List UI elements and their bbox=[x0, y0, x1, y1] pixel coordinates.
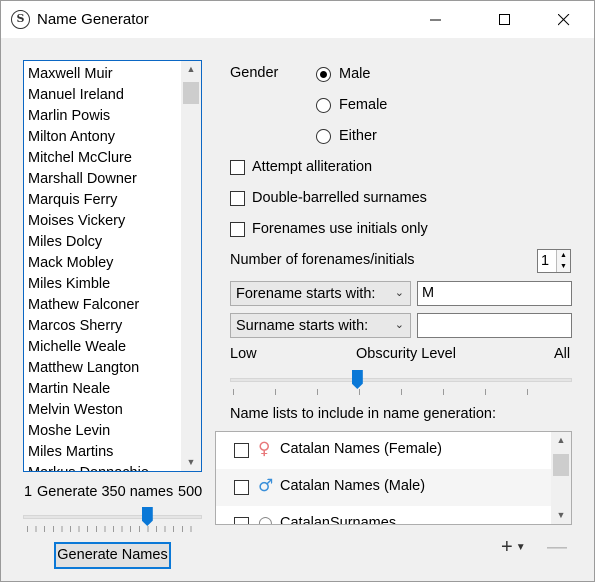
forename-filter-value[interactable]: M bbox=[422, 285, 434, 301]
list-item[interactable]: Mathew Falconer bbox=[28, 295, 139, 316]
surname-icon: ○ bbox=[258, 513, 273, 525]
gender-female-label[interactable]: Female bbox=[339, 97, 387, 113]
maximize-button[interactable] bbox=[482, 1, 528, 38]
name-list-checkbox[interactable] bbox=[234, 480, 249, 495]
list-item[interactable]: Miles Dolcy bbox=[28, 232, 102, 253]
initials-only-label[interactable]: Forenames use initials only bbox=[252, 221, 428, 237]
chevron-down-icon: ⌄ bbox=[394, 319, 404, 331]
list-item[interactable]: Miles Kimble bbox=[28, 274, 110, 295]
forenames-count-label: Number of forenames/initials bbox=[230, 252, 415, 268]
obscurity-slider-ticks bbox=[233, 389, 569, 395]
female-icon: ♀ bbox=[258, 439, 271, 459]
name-lists-scrollbar[interactable]: ▲ ▼ bbox=[551, 432, 571, 524]
close-icon bbox=[558, 14, 570, 26]
minimize-button[interactable] bbox=[413, 1, 459, 38]
names-list-scrollbar[interactable]: ▲ ▼ bbox=[181, 61, 201, 471]
list-item[interactable]: Milton Antony bbox=[28, 127, 115, 148]
list-item[interactable]: Marlin Powis bbox=[28, 106, 110, 127]
list-item[interactable]: Mitchel McClure bbox=[28, 148, 132, 169]
double-barrelled-checkbox[interactable] bbox=[230, 191, 245, 206]
count-slider-max: 500 bbox=[178, 484, 203, 500]
names-list-scroll-thumb[interactable] bbox=[183, 82, 199, 104]
forename-filter-mode: Forename starts with: bbox=[236, 286, 376, 302]
count-slider-caption: Generate 350 names bbox=[37, 484, 174, 500]
close-button[interactable] bbox=[541, 1, 587, 38]
alliteration-checkbox[interactable] bbox=[230, 160, 245, 175]
double-barrelled-label[interactable]: Double-barrelled surnames bbox=[252, 190, 427, 206]
name-list-item[interactable]: ♂ Catalan Names (Male) bbox=[216, 469, 551, 506]
generated-names-list[interactable]: Maxwell Muir Manuel Ireland Marlin Powis Mi… bbox=[23, 60, 202, 472]
app-icon: S bbox=[11, 10, 30, 29]
list-item[interactable]: Manuel Ireland bbox=[28, 85, 124, 106]
name-generator-window: S Name Generator Maxwell Muir Manuel Irel… bbox=[0, 0, 595, 582]
surname-filter-input[interactable] bbox=[417, 313, 572, 338]
chevron-up-icon[interactable]: ▲ bbox=[181, 61, 201, 78]
name-lists-checklist[interactable]: ♀ Catalan Names (Female) ♂ Catalan Names… bbox=[215, 431, 572, 525]
name-list-label: Catalan Names (Female) bbox=[280, 441, 442, 457]
maximize-icon bbox=[499, 14, 510, 25]
list-item[interactable]: Moshe Levin bbox=[28, 421, 110, 442]
obscurity-slider-handle[interactable] bbox=[351, 370, 363, 389]
list-item[interactable]: Moises Vickery bbox=[28, 211, 125, 232]
title-bar[interactable]: S Name Generator bbox=[1, 1, 594, 38]
list-item[interactable]: Markus Donnachie bbox=[28, 463, 149, 471]
alliteration-label[interactable]: Attempt alliteration bbox=[252, 159, 372, 175]
generate-names-button[interactable]: Generate Names bbox=[54, 542, 171, 569]
spinner-down-icon[interactable]: ▼ bbox=[556, 261, 570, 272]
spinner-up-icon[interactable]: ▲ bbox=[556, 250, 570, 261]
obscurity-high-label: All bbox=[554, 346, 571, 362]
minus-icon: — bbox=[547, 536, 567, 558]
initials-only-checkbox[interactable] bbox=[230, 222, 245, 237]
list-item[interactable]: Mack Mobley bbox=[28, 253, 113, 274]
name-list-item[interactable]: ○ CatalanSurnames bbox=[216, 506, 551, 525]
gender-male-label[interactable]: Male bbox=[339, 66, 370, 82]
count-slider-ticks bbox=[27, 526, 199, 532]
list-item[interactable]: Maxwell Muir bbox=[28, 64, 113, 85]
forenames-count-value[interactable]: 1 bbox=[541, 253, 549, 269]
list-item[interactable]: Marcos Sherry bbox=[28, 316, 122, 337]
gender-either-label[interactable]: Either bbox=[339, 128, 377, 144]
list-item[interactable]: Melvin Weston bbox=[28, 400, 123, 421]
chevron-up-icon[interactable]: ▲ bbox=[551, 432, 571, 449]
name-list-checkbox[interactable] bbox=[234, 443, 249, 458]
forename-filter-input[interactable]: M bbox=[417, 281, 572, 306]
name-list-label: CatalanSurnames bbox=[280, 515, 397, 525]
list-item[interactable]: Matthew Langton bbox=[28, 358, 139, 379]
chevron-down-icon[interactable]: ▼ bbox=[551, 507, 571, 524]
list-item[interactable]: Miles Martins bbox=[28, 442, 113, 463]
male-icon: ♂ bbox=[258, 476, 274, 496]
dropdown-caret-icon: ▼ bbox=[515, 542, 526, 553]
name-list-item[interactable]: ♀ Catalan Names (Female) bbox=[216, 432, 551, 469]
surname-filter-select[interactable]: Surname starts with: ⌄ bbox=[230, 313, 411, 338]
chevron-down-icon: ⌄ bbox=[394, 287, 404, 299]
list-item[interactable]: Michelle Weale bbox=[28, 337, 126, 358]
name-lists-label: Name lists to include in name generation… bbox=[230, 406, 496, 422]
gender-label: Gender bbox=[230, 65, 279, 81]
list-item[interactable]: Marquis Ferry bbox=[28, 190, 117, 211]
gender-male-radio[interactable] bbox=[316, 67, 331, 82]
remove-name-list-button[interactable]: — bbox=[547, 537, 567, 557]
window-title: Name Generator bbox=[37, 11, 149, 28]
list-item[interactable]: Marshall Downer bbox=[28, 169, 137, 190]
count-slider-min: 1 bbox=[24, 484, 33, 500]
obscurity-caption: Obscurity Level bbox=[356, 346, 456, 362]
chevron-down-icon[interactable]: ▼ bbox=[181, 454, 201, 471]
forename-filter-select[interactable]: Forename starts with: ⌄ bbox=[230, 281, 411, 306]
name-lists-scroll-thumb[interactable] bbox=[553, 454, 569, 476]
obscurity-slider-track[interactable] bbox=[230, 378, 572, 382]
surname-filter-mode: Surname starts with: bbox=[236, 318, 369, 334]
name-list-label: Catalan Names (Male) bbox=[280, 478, 426, 494]
count-slider-handle[interactable] bbox=[141, 507, 153, 526]
gender-female-radio[interactable] bbox=[316, 98, 331, 113]
add-name-list-button[interactable]: + ▼ bbox=[501, 537, 539, 557]
plus-icon: + bbox=[501, 536, 513, 558]
minimize-icon bbox=[430, 19, 441, 21]
obscurity-low-label: Low bbox=[230, 346, 257, 362]
list-item[interactable]: Martin Neale bbox=[28, 379, 110, 400]
name-list-checkbox[interactable] bbox=[234, 517, 249, 524]
count-slider-track[interactable] bbox=[23, 515, 202, 519]
forenames-count-spinner[interactable]: 1 ▲ ▼ bbox=[537, 249, 571, 273]
gender-either-radio[interactable] bbox=[316, 129, 331, 144]
